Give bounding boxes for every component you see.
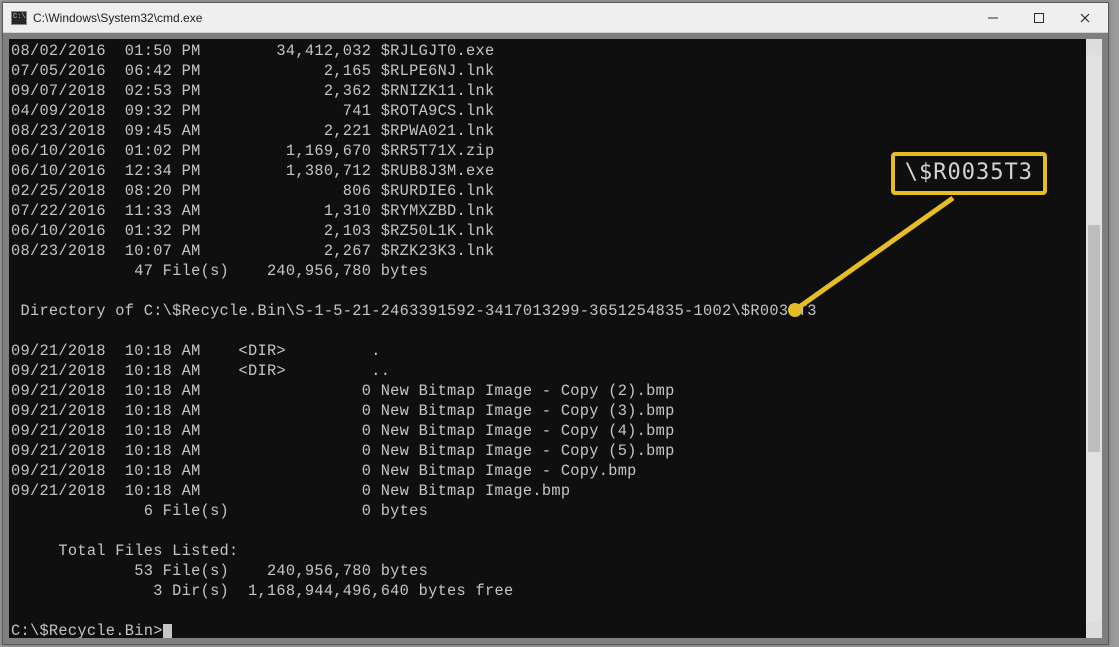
scrollbar-thumb[interactable]: [1088, 225, 1100, 452]
maximize-button[interactable]: [1016, 3, 1062, 32]
close-button[interactable]: [1062, 3, 1108, 32]
callout-text: \$R0035T3: [905, 160, 1033, 185]
cmd-icon: [11, 11, 27, 25]
titlebar[interactable]: C:\Windows\System32\cmd.exe: [3, 3, 1108, 33]
cursor: [163, 624, 172, 638]
scrollbar-track[interactable]: [1086, 55, 1102, 622]
console-output[interactable]: 08/02/2016 01:50 PM 34,412,032 $RJLGJT0.…: [9, 39, 1102, 638]
cmd-window: C:\Windows\System32\cmd.exe 08/02/2016 0…: [2, 2, 1109, 645]
minimize-button[interactable]: [970, 3, 1016, 32]
callout-box: \$R0035T3: [891, 152, 1047, 195]
scrollbar[interactable]: [1086, 39, 1102, 638]
console-frame: 08/02/2016 01:50 PM 34,412,032 $RJLGJT0.…: [3, 33, 1108, 644]
window-title: C:\Windows\System32\cmd.exe: [27, 11, 970, 25]
window-controls: [970, 3, 1108, 32]
